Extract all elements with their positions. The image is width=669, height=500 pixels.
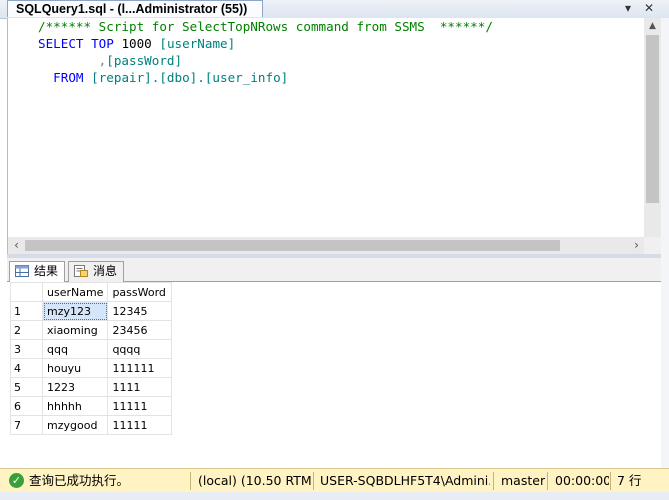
grid-cell[interactable]: 11111 bbox=[107, 396, 173, 416]
results-grid-pane: userName passWord 1 mzy123 12345 2 xiaom… bbox=[7, 282, 661, 468]
scroll-right-icon[interactable]: › bbox=[628, 237, 645, 254]
status-user: USER-SQBDLHF5T4\Admini... bbox=[320, 473, 490, 488]
row-number[interactable]: 5 bbox=[10, 377, 43, 397]
table-row: 3 qqq qqqq bbox=[10, 339, 173, 359]
table-row: 7 mzygood 11111 bbox=[10, 415, 173, 435]
top-count: 1000 bbox=[121, 36, 152, 51]
tab-messages-label: 消息 bbox=[93, 264, 118, 278]
grid-cell[interactable]: 111111 bbox=[107, 358, 173, 378]
top-keyword: TOP bbox=[91, 36, 114, 51]
status-message: 查询已成功执行。 bbox=[29, 473, 130, 488]
close-tab-icon[interactable]: ✕ bbox=[640, 0, 658, 17]
grid-cell[interactable]: mzy123 bbox=[41, 301, 109, 321]
tab-dropdown-icon[interactable]: ▾ bbox=[619, 0, 637, 17]
editor-vertical-scrollbar[interactable]: ▲ bbox=[644, 18, 661, 237]
scroll-up-icon[interactable]: ▲ bbox=[644, 18, 661, 35]
table-row: 4 houyu 111111 bbox=[10, 358, 173, 378]
status-divider bbox=[493, 472, 494, 490]
grid-cell[interactable]: hhhhh bbox=[41, 396, 109, 416]
table-row: 1 mzy123 12345 bbox=[10, 301, 173, 321]
message-icon bbox=[74, 265, 88, 277]
sql-code[interactable]: /****** Script for SelectTopNRows comman… bbox=[38, 18, 493, 86]
status-divider bbox=[313, 472, 314, 490]
table-ref: [repair].[dbo].[user_info] bbox=[91, 70, 289, 85]
row-number[interactable]: 6 bbox=[10, 396, 43, 416]
grid-header-row: userName passWord bbox=[10, 282, 173, 302]
vertical-scroll-thumb[interactable] bbox=[646, 35, 659, 203]
query-document-tab[interactable]: SQLQuery1.sql - (l...Administrator (55)) bbox=[7, 0, 263, 17]
column-header-password[interactable]: passWord bbox=[107, 282, 173, 302]
select-keyword: SELECT bbox=[38, 36, 84, 51]
status-elapsed-time: 00:00:00 bbox=[555, 473, 609, 488]
tab-results-label: 结果 bbox=[34, 264, 59, 278]
grid-cell[interactable]: 23456 bbox=[107, 320, 173, 340]
query-editor[interactable]: /****** Script for SelectTopNRows comman… bbox=[7, 18, 661, 254]
status-divider bbox=[190, 472, 191, 490]
row-number[interactable]: 3 bbox=[10, 339, 43, 359]
status-server: (local) (10.50 RTM) bbox=[198, 473, 312, 488]
results-tab-bar: 结果 消息 bbox=[7, 258, 661, 283]
success-check-icon: ✓ bbox=[9, 473, 24, 488]
username-column-ref: [userName] bbox=[159, 36, 236, 51]
window-right-edge bbox=[661, 18, 669, 468]
grid-icon bbox=[15, 265, 29, 277]
row-number[interactable]: 1 bbox=[10, 301, 43, 321]
scroll-left-icon[interactable]: ‹ bbox=[8, 237, 25, 254]
tab-results[interactable]: 结果 bbox=[9, 261, 66, 283]
table-row: 6 hhhhh 11111 bbox=[10, 396, 173, 416]
row-number[interactable]: 7 bbox=[10, 415, 43, 435]
code-comment: /****** Script for SelectTopNRows comman… bbox=[38, 19, 493, 34]
from-keyword: FROM bbox=[53, 70, 84, 85]
grid-cell[interactable]: mzygood bbox=[41, 415, 109, 435]
grid-cell[interactable]: houyu bbox=[41, 358, 109, 378]
grid-cell[interactable]: 1223 bbox=[41, 377, 109, 397]
document-tab-strip: SQLQuery1.sql - (l...Administrator (55))… bbox=[0, 0, 669, 19]
grid-cell[interactable]: xiaoming bbox=[41, 320, 109, 340]
column-header-username[interactable]: userName bbox=[41, 282, 109, 302]
scrollbar-corner bbox=[644, 237, 661, 254]
row-number[interactable]: 4 bbox=[10, 358, 43, 378]
tab-messages[interactable]: 消息 bbox=[68, 261, 125, 282]
grid-cell[interactable]: 11111 bbox=[107, 415, 173, 435]
grid-cell[interactable]: 1111 bbox=[107, 377, 173, 397]
password-column-ref: [passWord] bbox=[106, 53, 183, 68]
status-row-count: 7 行 bbox=[617, 473, 642, 488]
grid-cell[interactable]: qqq bbox=[41, 339, 109, 359]
horizontal-scroll-thumb[interactable] bbox=[25, 240, 560, 251]
table-row: 2 xiaoming 23456 bbox=[10, 320, 173, 340]
row-number[interactable]: 2 bbox=[10, 320, 43, 340]
row-number-header[interactable] bbox=[10, 282, 43, 302]
status-database: master bbox=[501, 473, 545, 488]
table-row: 5 1223 1111 bbox=[10, 377, 173, 397]
grid-cell[interactable]: 12345 bbox=[107, 301, 173, 321]
results-grid: userName passWord 1 mzy123 12345 2 xiaom… bbox=[10, 282, 173, 435]
status-divider bbox=[547, 472, 548, 490]
status-divider bbox=[610, 472, 611, 490]
window-bottom-edge bbox=[0, 492, 669, 500]
editor-horizontal-scrollbar[interactable]: ‹ › bbox=[8, 237, 645, 254]
grid-cell[interactable]: qqqq bbox=[107, 339, 173, 359]
query-status-bar: ✓ 查询已成功执行。 (local) (10.50 RTM) USER-SQBD… bbox=[0, 468, 669, 493]
